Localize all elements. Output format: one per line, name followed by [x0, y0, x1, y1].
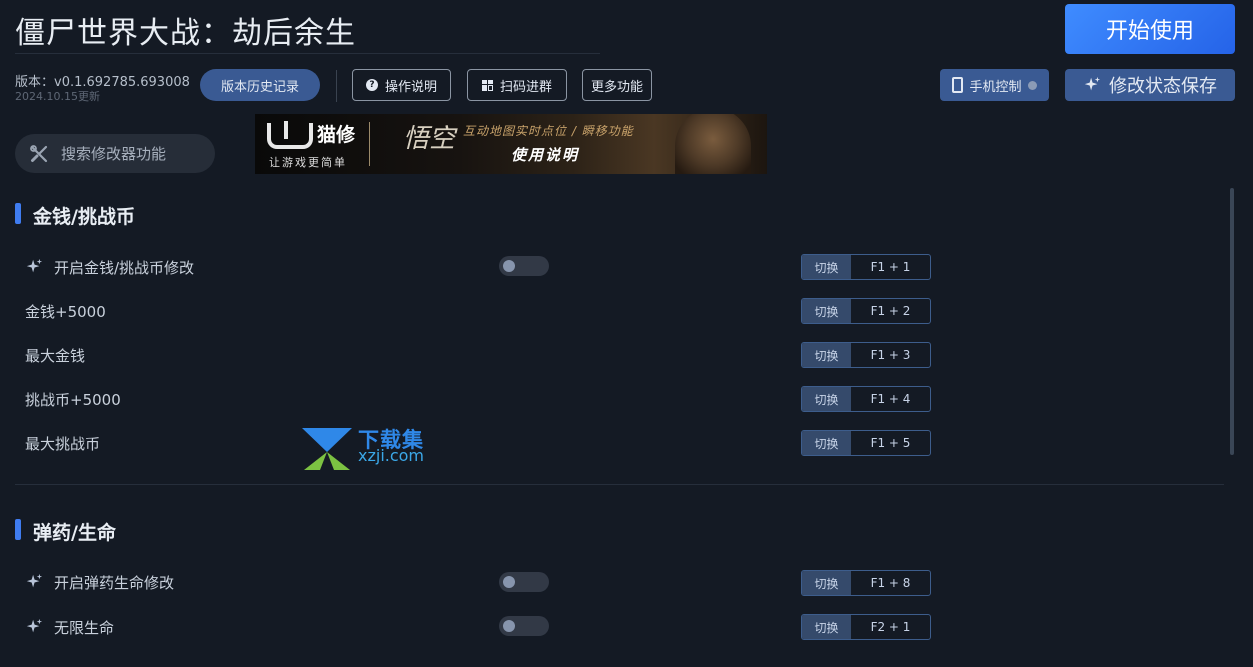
tools-icon	[30, 144, 48, 162]
hotkey-key: F1 + 3	[870, 348, 911, 362]
hotkey-button[interactable]: 切换 F2 + 1	[801, 614, 931, 640]
help-button-label: 操作说明	[384, 79, 437, 95]
brand-logo: 猫修 让游戏更简单	[267, 120, 363, 169]
mobile-control-button[interactable]: 手机控制	[940, 69, 1049, 101]
toggle-knob	[503, 576, 515, 588]
feature-toggle[interactable]	[499, 256, 549, 276]
save-state-label: 修改状态保存	[1109, 76, 1217, 97]
help-button[interactable]: ? 操作说明	[352, 69, 451, 101]
feature-label: 最大挑战币	[25, 435, 101, 453]
section-title-money: 金钱/挑战币	[33, 206, 135, 228]
hotkey-button[interactable]: 切换 F1 + 3	[801, 342, 931, 368]
qr-code-icon	[481, 79, 493, 91]
section-divider	[15, 484, 1224, 485]
brand-logo-icon	[267, 121, 313, 149]
hotkey-button[interactable]: 切换 F1 + 2	[801, 298, 931, 324]
qr-group-button-label: 扫码进群	[499, 79, 552, 95]
banner-subtitle: 互动地图实时点位 / 瞬移功能	[463, 124, 634, 138]
hotkey-mode: 切换	[802, 431, 851, 455]
app-title: 僵尸世界大战：劫后余生	[15, 16, 356, 51]
banner-character-image	[675, 114, 751, 174]
hotkey-mode: 切换	[802, 255, 851, 279]
sparkle-icon	[25, 573, 43, 591]
more-features-button[interactable]: 更多功能	[582, 69, 652, 101]
mobile-control-label: 手机控制	[969, 79, 1022, 95]
feature-label: 无限生命	[54, 619, 115, 637]
phone-icon	[952, 77, 964, 93]
version-history-button[interactable]: 版本历史记录	[200, 69, 320, 101]
qr-group-button[interactable]: 扫码进群	[467, 69, 567, 101]
hotkey-button[interactable]: 切换 F1 + 4	[801, 386, 931, 412]
hotkey-key: F1 + 4	[870, 392, 911, 406]
hotkey-button[interactable]: 切换 F1 + 8	[801, 570, 931, 596]
help-icon: ?	[365, 79, 378, 91]
sparkle-icon	[1084, 76, 1101, 91]
feature-toggle[interactable]	[499, 572, 549, 592]
start-button[interactable]: 开始使用	[1065, 4, 1235, 54]
hotkey-mode: 切换	[802, 343, 851, 367]
banner-cta: 使用说明	[511, 146, 580, 164]
feature-label: 金钱+5000	[25, 303, 106, 321]
banner-divider	[369, 122, 370, 166]
feature-label: 开启弹药生命修改	[54, 574, 175, 592]
save-state-button[interactable]: 修改状态保存	[1065, 69, 1235, 101]
hotkey-mode: 切换	[802, 615, 851, 639]
version-date: 2024.10.15更新	[15, 90, 100, 103]
sparkle-icon	[25, 258, 43, 276]
title-divider	[15, 53, 600, 54]
hotkey-key: F1 + 1	[870, 260, 911, 274]
feature-label: 挑战币+5000	[25, 391, 121, 409]
watermark-logo: 下载集 xzji.com	[300, 424, 445, 472]
hotkey-key: F1 + 2	[870, 304, 911, 318]
banner-calligraphy: 悟空	[403, 124, 456, 154]
hotkey-key: F1 + 5	[870, 436, 911, 450]
scrollbar[interactable]	[1230, 188, 1234, 455]
section-title-ammo-life: 弹药/生命	[33, 522, 116, 544]
hotkey-mode: 切换	[802, 387, 851, 411]
feature-label: 最大金钱	[25, 347, 86, 365]
hotkey-mode: 切换	[802, 299, 851, 323]
feature-label: 开启金钱/挑战币修改	[54, 259, 195, 277]
search-box[interactable]	[15, 134, 215, 173]
toggle-knob	[503, 620, 515, 632]
watermark-arrow-icon	[302, 428, 352, 470]
search-input[interactable]	[61, 144, 201, 163]
brand-tagline: 让游戏更简单	[269, 156, 347, 169]
hotkey-key: F1 + 8	[870, 576, 911, 590]
hotkey-button[interactable]: 切换 F1 + 1	[801, 254, 931, 280]
hotkey-key: F2 + 1	[870, 620, 911, 634]
feature-toggle[interactable]	[499, 616, 549, 636]
hotkey-button[interactable]: 切换 F1 + 5	[801, 430, 931, 456]
promo-banner[interactable]: 猫修 让游戏更简单 悟空 互动地图实时点位 / 瞬移功能 使用说明	[255, 114, 767, 174]
brand-name: 猫修	[317, 124, 356, 146]
sparkle-icon	[25, 618, 43, 636]
info-dot-icon	[1027, 80, 1037, 90]
section-accent-bar	[15, 203, 21, 224]
watermark-url: xzji.com	[358, 446, 425, 465]
section-accent-bar	[15, 519, 21, 540]
hotkey-mode: 切换	[802, 571, 851, 595]
toolbar-divider	[336, 70, 337, 102]
toggle-knob	[503, 260, 515, 272]
